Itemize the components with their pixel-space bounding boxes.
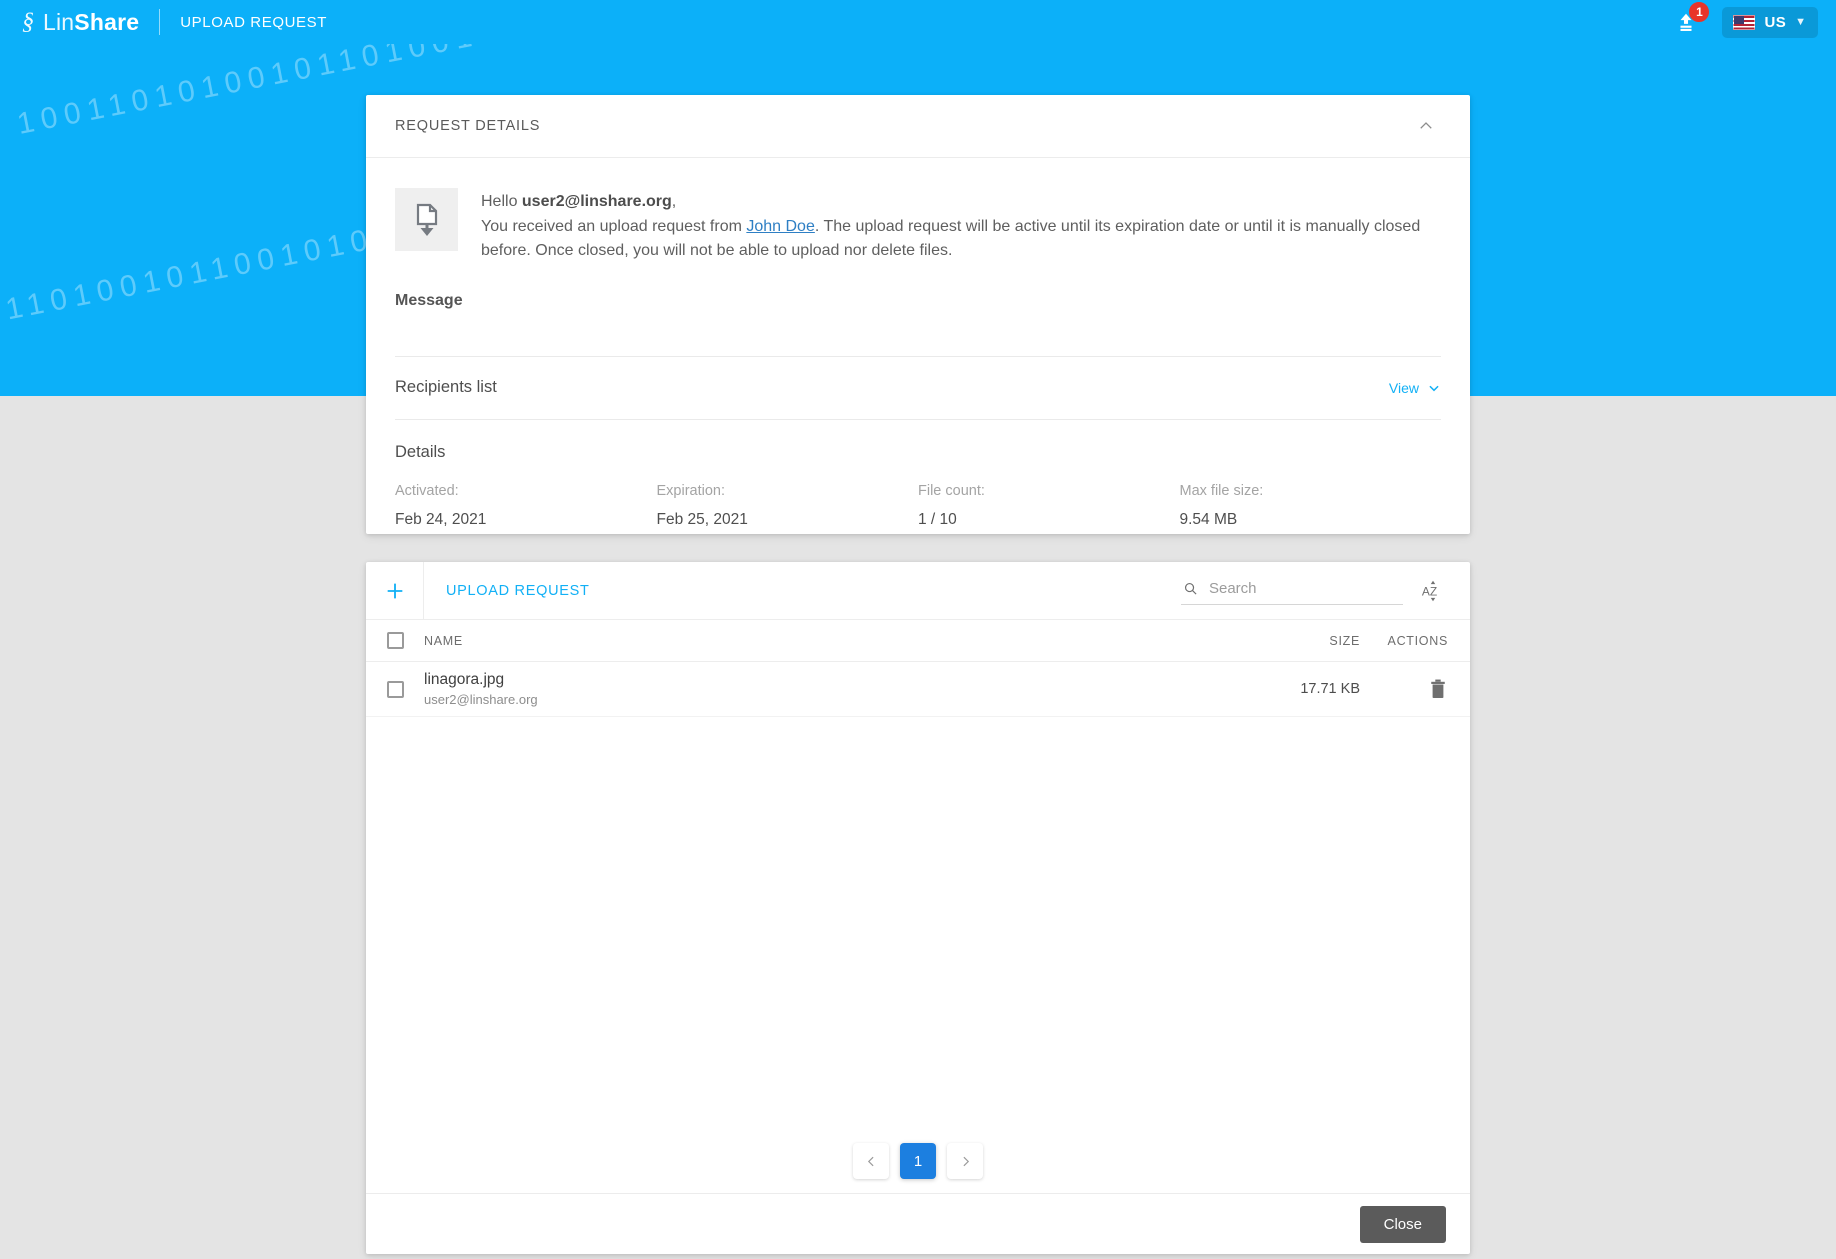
brand-name: LinShare xyxy=(43,8,140,35)
table-row[interactable]: linagora.jpg user2@linshare.org 17.71 KB xyxy=(366,662,1470,717)
plus-icon xyxy=(387,583,402,598)
table-empty-area xyxy=(366,717,1470,1137)
detail-expiration: Expiration: Feb 25, 2021 xyxy=(657,483,919,529)
close-button[interactable]: Close xyxy=(1359,1205,1446,1243)
file-owner: user2@linshare.org xyxy=(424,692,538,707)
select-all-checkbox[interactable] xyxy=(366,632,424,649)
row-name-cell: linagora.jpg user2@linshare.org xyxy=(424,670,1180,708)
search-icon xyxy=(1184,582,1197,595)
us-flag-icon xyxy=(1733,14,1756,30)
search-box[interactable] xyxy=(1181,576,1403,605)
details-section-title: Details xyxy=(395,442,446,461)
detail-value: Feb 24, 2021 xyxy=(395,510,487,528)
message-label: Message xyxy=(395,291,463,309)
pagination-prev-button[interactable] xyxy=(853,1143,889,1179)
table-toolbar: UPLOAD REQUEST AZ xyxy=(366,561,1470,620)
upload-notifications-button[interactable]: 1 xyxy=(1672,2,1710,36)
row-checkbox[interactable] xyxy=(366,680,424,698)
delete-file-button[interactable] xyxy=(1424,675,1452,703)
pagination: 1 xyxy=(366,1137,1470,1179)
svg-text:AZ: AZ xyxy=(1422,584,1437,598)
greeting-text: Hello user2@linshare.org, You received a… xyxy=(481,188,1441,264)
link-icon: § xyxy=(22,9,34,35)
detail-activated: Activated: Feb 24, 2021 xyxy=(395,483,657,529)
pagination-page-1[interactable]: 1 xyxy=(900,1143,936,1179)
request-details-body: Hello user2@linshare.org, You received a… xyxy=(366,158,1470,356)
notification-badge: 1 xyxy=(1689,2,1710,22)
sort-alpha-icon: AZ xyxy=(1422,580,1437,601)
column-header-size[interactable]: SIZE xyxy=(1180,634,1360,648)
column-header-name[interactable]: NAME xyxy=(424,634,1180,648)
message-value xyxy=(395,310,1441,356)
details-grid: Activated: Feb 24, 2021 Expiration: Feb … xyxy=(395,483,1441,529)
chevron-right-icon xyxy=(962,1156,969,1166)
page-title: UPLOAD REQUEST xyxy=(180,13,327,31)
file-name: linagora.jpg xyxy=(424,671,505,688)
greeting-row: Hello user2@linshare.org, You received a… xyxy=(395,188,1441,264)
collapse-toggle-button[interactable] xyxy=(1413,113,1439,139)
top-navigation-bar: § LinShare UPLOAD REQUEST 1 US ▼ xyxy=(0,0,1836,44)
greeting-line: Hello user2@linshare.org, xyxy=(481,193,677,210)
detail-value: Feb 25, 2021 xyxy=(656,510,748,528)
request-details-card: REQUEST DETAILS Hello user2@linshare.org… xyxy=(366,95,1470,534)
details-section: Details Activated: Feb 24, 2021 Expirati… xyxy=(366,420,1470,529)
pagination-next-button[interactable] xyxy=(947,1143,983,1179)
recipients-view-label: View xyxy=(1388,379,1419,396)
detail-file-count: File count: 1 / 10 xyxy=(918,483,1180,529)
search-input[interactable] xyxy=(1208,580,1401,597)
file-download-icon xyxy=(416,203,437,236)
add-file-button[interactable] xyxy=(366,561,424,620)
toolbar-right-group: AZ xyxy=(1181,575,1470,607)
brand-logo[interactable]: § LinShare xyxy=(22,9,139,36)
request-description: You received an upload request from John… xyxy=(481,217,1421,260)
request-details-header: REQUEST DETAILS xyxy=(366,95,1470,158)
checkbox-box xyxy=(386,632,404,649)
trash-icon xyxy=(1431,679,1445,698)
table-header-row: NAME SIZE ACTIONS xyxy=(366,620,1470,662)
recipients-view-toggle[interactable]: View xyxy=(1389,380,1441,396)
detail-key: Expiration: xyxy=(656,482,726,499)
request-details-title: REQUEST DETAILS xyxy=(395,118,541,134)
detail-key: Activated: xyxy=(395,482,459,499)
file-size: 17.71 KB xyxy=(1300,681,1360,697)
checkbox-box xyxy=(386,680,404,698)
file-download-icon-box xyxy=(395,188,458,251)
recipients-list-row: Recipients list View xyxy=(366,357,1470,419)
detail-value: 9.54 MB xyxy=(1179,510,1238,528)
language-selector[interactable]: US ▼ xyxy=(1722,6,1818,38)
owner-link[interactable]: John Doe xyxy=(746,218,815,235)
chevron-down-icon: ▼ xyxy=(1795,16,1806,28)
recipients-list-label: Recipients list xyxy=(395,378,497,396)
detail-value: 1 / 10 xyxy=(918,510,957,528)
tab-upload-request[interactable]: UPLOAD REQUEST xyxy=(424,583,612,599)
row-actions-cell xyxy=(1360,675,1470,703)
chevron-down-icon xyxy=(1429,385,1439,391)
language-code: US xyxy=(1764,13,1787,31)
topbar-right-group: 1 US ▼ xyxy=(1672,2,1818,38)
chevron-left-icon xyxy=(867,1156,874,1166)
chevron-up-icon xyxy=(1420,122,1432,129)
upload-request-files-card: UPLOAD REQUEST AZ NAME SIZE ACTIONS xyxy=(366,561,1470,1254)
detail-key: Max file size: xyxy=(1179,482,1264,499)
card-footer: Close xyxy=(366,1193,1470,1254)
column-header-actions: ACTIONS xyxy=(1387,633,1448,648)
detail-key: File count: xyxy=(918,482,985,499)
brand-divider xyxy=(159,9,161,35)
sort-alpha-button[interactable]: AZ xyxy=(1417,575,1449,607)
detail-max-file-size: Max file size: 9.54 MB xyxy=(1180,483,1442,529)
